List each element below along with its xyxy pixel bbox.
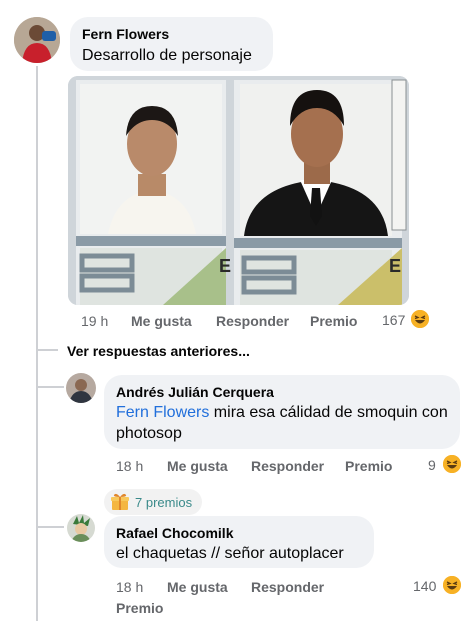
thread-line-reply-1 bbox=[36, 386, 64, 388]
photo-id-letter-left: E bbox=[219, 256, 232, 276]
photo-id-letter-right: E bbox=[389, 256, 402, 276]
avatar-fern-flowers-image bbox=[14, 17, 60, 63]
reply-1-haha-reaction-icon[interactable] bbox=[443, 455, 461, 473]
reply-2-award-button[interactable]: Premio bbox=[116, 600, 163, 616]
reply-2-text: el chaquetas // señor autoplacer bbox=[116, 545, 344, 562]
reply-1-text: Fern Flowers mira esa cálidad de smoquin… bbox=[116, 402, 452, 444]
gift-icon bbox=[111, 493, 129, 510]
reply-1-reply-button[interactable]: Responder bbox=[251, 458, 324, 474]
reply-1-mention[interactable]: Fern Flowers bbox=[116, 404, 209, 421]
thread-line-reply-2 bbox=[36, 526, 64, 528]
comment-photo[interactable]: E E bbox=[68, 76, 409, 305]
reply-1-award-button[interactable]: Premio bbox=[345, 458, 392, 474]
award-button[interactable]: Premio bbox=[310, 313, 357, 329]
comment-text: Desarrollo de personaje bbox=[82, 47, 252, 64]
id-photos-image bbox=[68, 76, 409, 305]
reply-button[interactable]: Responder bbox=[216, 313, 289, 329]
reply-1-like-button[interactable]: Me gusta bbox=[167, 458, 228, 474]
reply-2-reaction-count[interactable]: 140 bbox=[413, 578, 436, 594]
avatar-rafael-chocomilk-image bbox=[67, 514, 95, 542]
avatar-fern-flowers[interactable] bbox=[14, 17, 60, 63]
haha-face-icon bbox=[443, 455, 461, 473]
haha-face-icon bbox=[411, 310, 429, 328]
reply-1-author[interactable]: Andrés Julián Cerquera bbox=[116, 384, 274, 400]
reaction-count[interactable]: 167 bbox=[382, 312, 405, 328]
avatar-rafael-chocomilk[interactable] bbox=[67, 514, 95, 542]
avatar-andres-julian-image bbox=[66, 373, 96, 403]
haha-reaction-icon[interactable] bbox=[411, 310, 429, 328]
thread-line-main bbox=[36, 66, 38, 621]
awards-badge-label: 7 premios bbox=[135, 494, 193, 510]
thread-line-view-previous bbox=[36, 349, 58, 351]
awards-badge[interactable]: 7 premios bbox=[104, 489, 203, 515]
reply-2-time[interactable]: 18 h bbox=[116, 579, 143, 595]
haha-face-icon bbox=[443, 576, 461, 594]
reply-2-like-button[interactable]: Me gusta bbox=[167, 579, 228, 595]
reply-1-reaction-count[interactable]: 9 bbox=[428, 457, 436, 473]
reply-2-author[interactable]: Rafael Chocomilk bbox=[116, 525, 233, 541]
comment-time[interactable]: 19 h bbox=[81, 313, 108, 329]
reply-2-reply-button[interactable]: Responder bbox=[251, 579, 324, 595]
reply-1-time[interactable]: 18 h bbox=[116, 458, 143, 474]
comment-author[interactable]: Fern Flowers bbox=[82, 26, 169, 42]
reply-2-haha-reaction-icon[interactable] bbox=[443, 576, 461, 594]
like-button[interactable]: Me gusta bbox=[131, 313, 192, 329]
avatar-andres-julian[interactable] bbox=[66, 373, 96, 403]
view-previous-replies-link[interactable]: Ver respuestas anteriores... bbox=[67, 343, 250, 359]
